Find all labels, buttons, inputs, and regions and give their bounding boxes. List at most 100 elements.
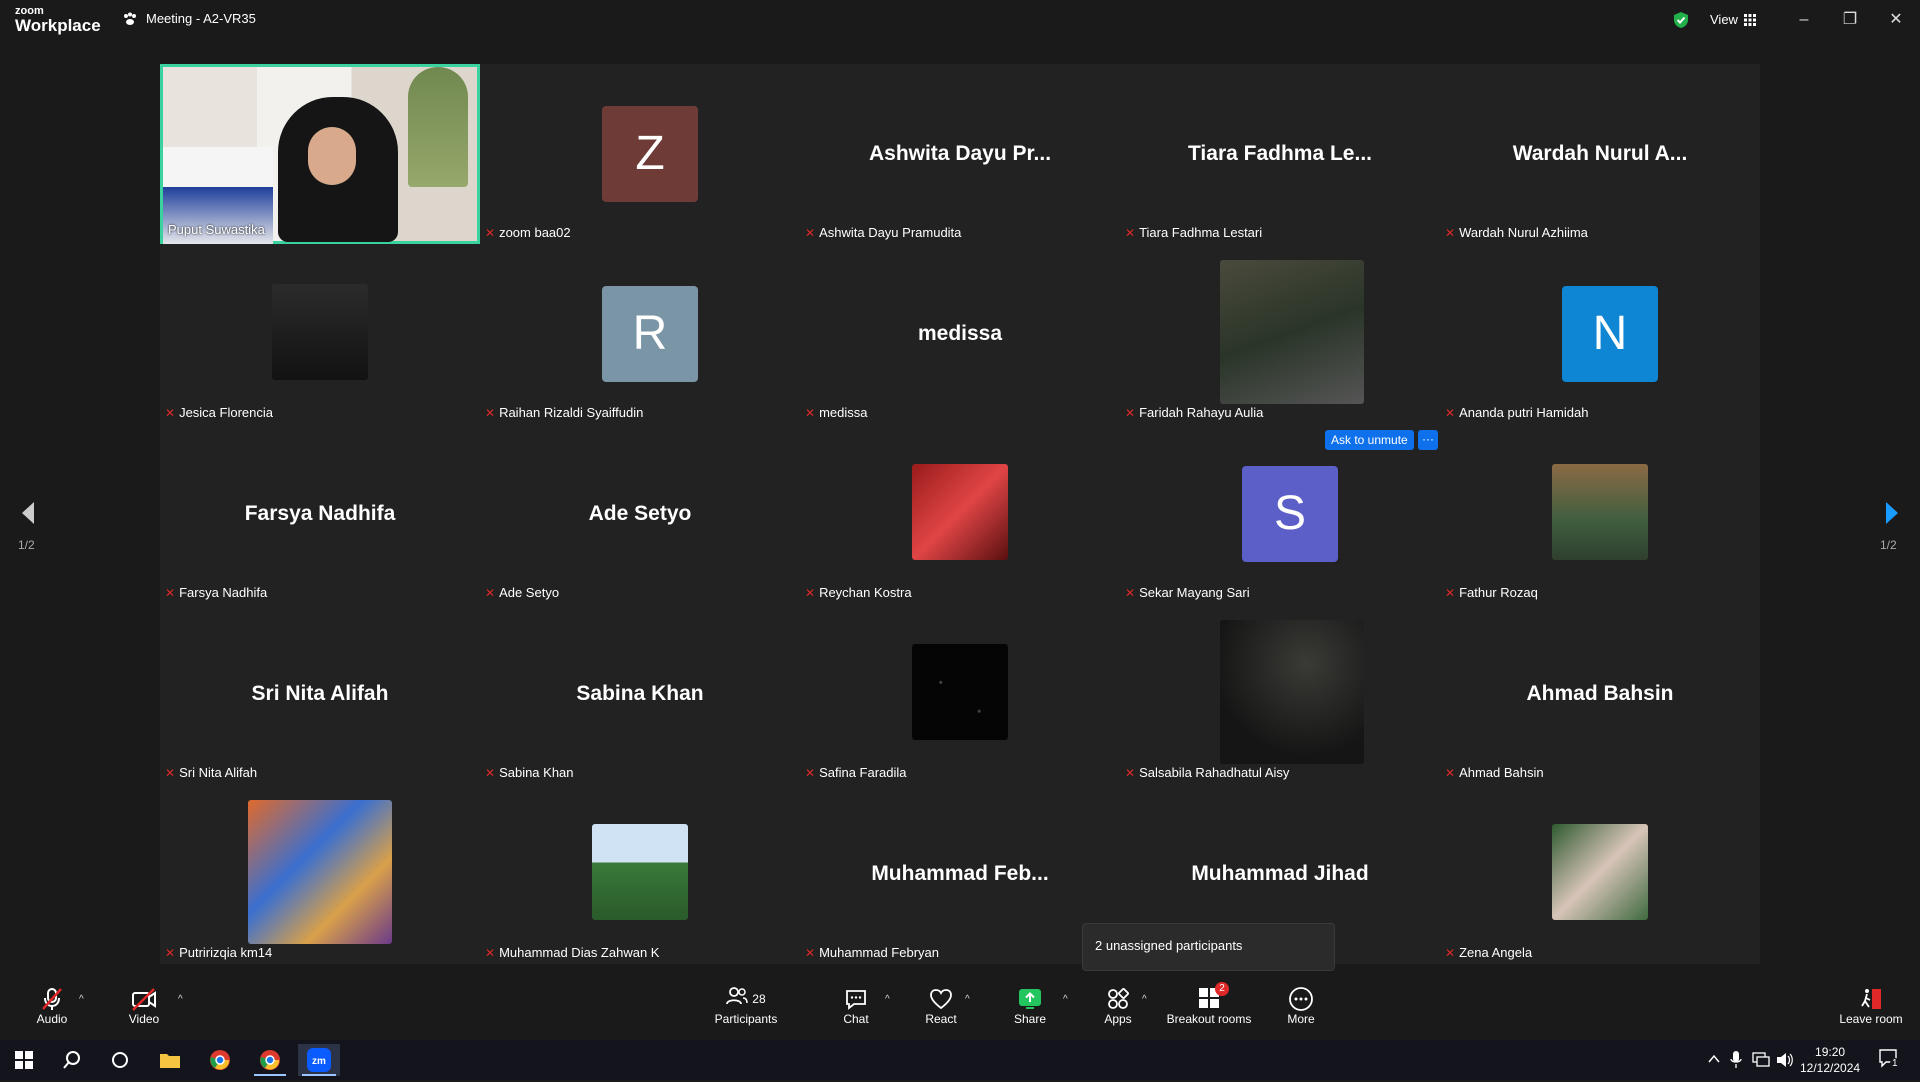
file-explorer-icon[interactable] (150, 1044, 190, 1076)
chat-options-caret-icon[interactable]: ^ (885, 994, 890, 1005)
more-button[interactable]: More (1256, 986, 1346, 1026)
participant-name-label: ✕ Reychan Kostra (805, 585, 912, 600)
mic-muted-icon: ✕ (1445, 585, 1456, 600)
next-page-arrow-icon[interactable] (1884, 500, 1900, 526)
participant-tile[interactable]: ✕ Salsabila Rahadhatul Aisy (1120, 604, 1440, 784)
participant-name-label: ✕ Jesica Florencia (165, 405, 273, 420)
search-icon[interactable] (52, 1044, 92, 1076)
participant-tile[interactable]: ✕ Putririzqia km14 (160, 784, 480, 964)
meeting-paw-icon (124, 12, 136, 25)
prev-page-arrow-icon[interactable] (20, 500, 36, 526)
mic-muted-icon: ✕ (485, 765, 496, 780)
participant-name-label: ✕ Putririzqia km14 (165, 945, 272, 960)
participant-name-label: ✕ Salsabila Rahadhatul Aisy (1125, 765, 1289, 780)
participant-tile[interactable]: Ahmad Bahsin ✕ Ahmad Bahsin (1440, 604, 1760, 784)
participant-tile[interactable]: Sabina Khan ✕ Sabina Khan (480, 604, 800, 784)
tray-chevron-up-icon[interactable] (1708, 1054, 1720, 1064)
participant-tile[interactable]: Farsya Nadhifa ✕ Farsya Nadhifa (160, 424, 480, 604)
participant-tile[interactable]: S ✕ Sekar Mayang Sari (1120, 424, 1440, 604)
participant-tile[interactable]: Wardah Nurul A... ✕ Wardah Nurul Azhiima (1440, 64, 1760, 244)
share-options-caret-icon[interactable]: ^ (1063, 994, 1068, 1005)
apps-options-caret-icon[interactable]: ^ (1142, 994, 1147, 1005)
tile-more-options-button[interactable]: ··· (1418, 430, 1438, 450)
audio-button[interactable]: Audio (7, 986, 97, 1026)
react-heart-icon (930, 989, 952, 1010)
participant-tile[interactable]: Tiara Fadhma Le... ✕ Tiara Fadhma Lestari (1120, 64, 1440, 244)
participant-tile[interactable]: Ashwita Dayu Pr... ✕ Ashwita Dayu Pramudit… (800, 64, 1120, 244)
audio-options-caret-icon[interactable]: ^ (79, 994, 84, 1005)
system-clock[interactable]: 19:20 12/12/2024 (1800, 1044, 1860, 1076)
participant-tile[interactable]: ✕ Reychan Kostra (800, 424, 1120, 604)
participant-name: Ashwita Dayu Pramudita (819, 225, 962, 240)
breakout-rooms-button[interactable]: 2 Breakout rooms (1163, 982, 1255, 1026)
view-button[interactable]: View (1710, 12, 1756, 27)
participant-tile[interactable]: ✕ Fathur Rozaq (1440, 424, 1760, 604)
tray-mic-icon[interactable] (1730, 1051, 1742, 1069)
react-options-caret-icon[interactable]: ^ (965, 994, 970, 1005)
close-icon[interactable]: ✕ (1884, 8, 1908, 32)
participant-tile[interactable]: Puput Suwastika (160, 64, 480, 247)
participant-name-label: ✕ Farsya Nadhifa (165, 585, 267, 600)
tray-network-icon[interactable] (1752, 1052, 1770, 1068)
mic-muted-icon: ✕ (805, 405, 816, 420)
participant-tile[interactable]: ✕ Jesica Florencia (160, 244, 480, 424)
participant-name: Zena Angela (1459, 945, 1533, 960)
ask-to-unmute-button[interactable]: Ask to unmute (1325, 430, 1414, 450)
security-shield-icon[interactable] (1672, 11, 1690, 29)
participant-name-label: ✕ Muhammad Dias Zahwan K (485, 945, 659, 960)
chat-button[interactable]: Chat (810, 986, 902, 1026)
mic-muted-icon: ✕ (485, 405, 496, 420)
participant-name: Fathur Rozaq (1459, 585, 1538, 600)
windows-start-icon[interactable] (4, 1044, 44, 1076)
participant-tile[interactable]: R ✕ Raihan Rizaldi Syaiffudin (480, 244, 800, 424)
participant-tile[interactable]: Ade Setyo ✕ Ade Setyo (480, 424, 800, 604)
participant-tile[interactable]: medissa ✕ medissa (800, 244, 1120, 424)
tray-volume-icon[interactable] (1776, 1052, 1794, 1068)
participant-tile[interactable]: ✕ Faridah Rahayu Aulia (1120, 244, 1440, 424)
participant-name: Tiara Fadhma Lestari (1139, 225, 1263, 240)
participant-tile[interactable]: Muhammad Feb... ✕ Muhammad Febryan (800, 784, 1120, 964)
mic-muted-icon: ✕ (485, 945, 496, 960)
more-dots-icon (1289, 987, 1313, 1011)
participant-name: zoom baa02 (499, 225, 571, 240)
participant-name: Safina Faradila (819, 765, 907, 780)
grid-icon (1743, 13, 1756, 26)
participant-avatar: S (1242, 466, 1338, 562)
share-button[interactable]: Share (985, 986, 1075, 1026)
meeting-info[interactable]: Meeting - A2-VR35 (122, 11, 256, 26)
participants-button[interactable]: 28 Participants (700, 986, 792, 1026)
video-options-caret-icon[interactable]: ^ (178, 994, 183, 1005)
share-label: Share (1013, 1012, 1047, 1026)
zoom-taskbar-icon[interactable]: zm (298, 1044, 340, 1076)
participant-tile[interactable]: ✕ Safina Faradila (800, 604, 1120, 784)
view-label: View (1710, 12, 1738, 27)
participant-avatar: Z (602, 106, 698, 202)
apps-button[interactable]: Apps (1073, 986, 1163, 1026)
participant-tile[interactable]: Sri Nita Alifah ✕ Sri Nita Alifah (160, 604, 480, 784)
mic-muted-icon: ✕ (1125, 405, 1136, 420)
participant-tile[interactable]: ✕ Muhammad Dias Zahwan K (480, 784, 800, 964)
leave-room-button[interactable]: Leave room (1826, 986, 1916, 1026)
participant-display-name: Muhammad Jihad (1191, 862, 1369, 885)
participant-photo (248, 800, 392, 944)
react-button[interactable]: React (895, 986, 987, 1026)
mic-muted-icon: ✕ (1445, 945, 1456, 960)
participant-name-label: ✕ Ashwita Dayu Pramudita (805, 225, 961, 240)
participant-name: Ade Setyo (499, 585, 560, 600)
restore-icon[interactable]: ❐ (1838, 8, 1862, 32)
participant-display-name: Ashwita Dayu Pr... (868, 142, 1052, 165)
participant-tile[interactable]: Z ✕ zoom baa02 (480, 64, 800, 244)
task-view-icon[interactable] (100, 1044, 140, 1076)
participant-name-label: ✕ Raihan Rizaldi Syaiffudin (485, 405, 643, 420)
participant-tile[interactable]: N ✕ Ananda putri Hamidah (1440, 244, 1760, 424)
breakout-label: Breakout rooms (1166, 1012, 1252, 1026)
more-label: More (1287, 1012, 1315, 1026)
chrome-profile-icon[interactable] (250, 1044, 290, 1076)
minimize-icon[interactable]: – (1792, 8, 1816, 32)
notifications-button[interactable]: 1 (1878, 1048, 1902, 1072)
chrome-icon[interactable] (200, 1044, 240, 1076)
video-button[interactable]: Video (99, 986, 189, 1026)
mic-muted-icon: ✕ (485, 585, 496, 600)
participant-name: Raihan Rizaldi Syaiffudin (499, 405, 644, 420)
participant-tile[interactable]: ✕ Zena Angela (1440, 784, 1760, 964)
